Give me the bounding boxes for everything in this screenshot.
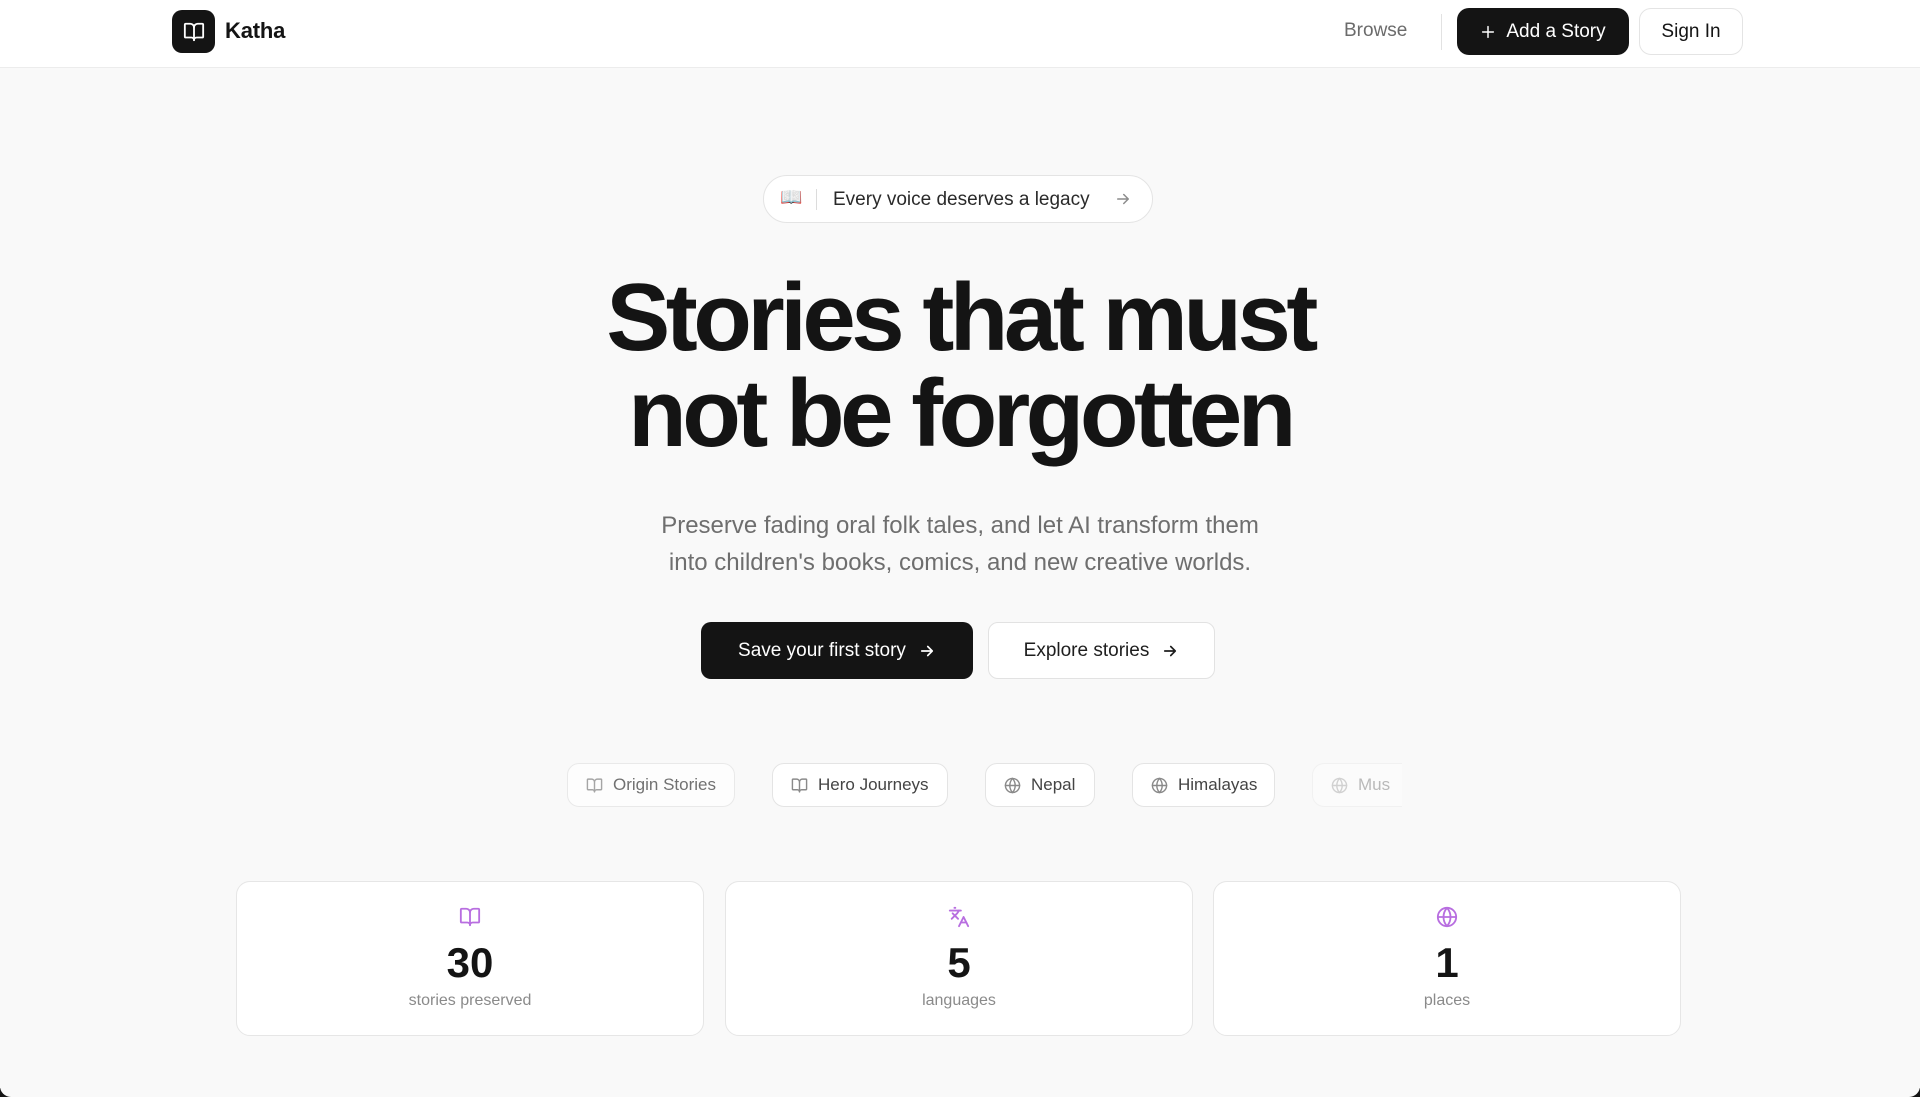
plus-icon (1482, 25, 1495, 38)
sign-in-button[interactable]: Sign In (1639, 8, 1743, 55)
globe-icon (1331, 777, 1348, 793)
arrow-right-icon (920, 645, 934, 656)
tag-nepal[interactable]: Nepal (985, 763, 1095, 807)
add-story-label: Add a Story (1506, 20, 1606, 42)
book-icon (459, 907, 481, 927)
explore-stories-label: Explore stories (1023, 639, 1150, 661)
arrow-right-icon (1117, 193, 1129, 205)
stat-label: languages (922, 992, 996, 1009)
tag-label: Himalayas (1178, 775, 1258, 794)
translate-icon (948, 906, 970, 928)
stat-card-languages: 5 languages (725, 881, 1193, 1036)
logo-book-icon[interactable] (172, 10, 215, 53)
stat-label: stories preserved (408, 992, 532, 1009)
stat-card-places: 1 places (1213, 881, 1681, 1036)
stat-value: 1 (1435, 939, 1459, 986)
stat-label: places (1423, 992, 1471, 1009)
hero-subtitle: Preserve fading oral folk tales, and let… (0, 507, 1920, 581)
tag-mus-partial[interactable]: Mus (1312, 763, 1402, 807)
pill-text: Every voice deserves a legacy (833, 189, 1090, 210)
open-book-emoji-icon: 📖 (780, 187, 803, 207)
save-first-story-button[interactable]: Save your first story (701, 622, 973, 679)
explore-stories-button[interactable]: Explore stories (988, 622, 1215, 679)
headline-line-2: not be forgotten (628, 360, 1296, 467)
pill-divider (816, 189, 817, 210)
stat-value: 30 (446, 939, 494, 986)
globe-icon (1151, 777, 1168, 793)
page-bottom-corner (0, 1086, 1920, 1097)
book-icon (791, 777, 808, 793)
subtitle-line-1: Preserve fading oral folk tales, and let… (661, 512, 1259, 539)
headline-line-1: Stories that must (606, 264, 1318, 371)
tag-origin-stories[interactable]: Origin Stories (567, 763, 735, 807)
arrow-right-icon (1164, 645, 1177, 656)
tag-label: Mus (1358, 775, 1391, 794)
stat-card-stories: 30 stories preserved (236, 881, 704, 1036)
tag-himalayas[interactable]: Himalayas (1132, 763, 1275, 807)
tag-label: Origin Stories (613, 775, 716, 794)
save-first-story-label: Save your first story (738, 639, 906, 661)
subtitle-line-2: into children's books, comics, and new c… (668, 549, 1252, 576)
add-story-button[interactable]: Add a Story (1457, 8, 1629, 55)
stat-value: 5 (947, 939, 971, 986)
top-nav-bar: Katha Browse Add a Story Sign In (0, 0, 1920, 68)
nav-divider (1441, 14, 1442, 50)
tag-label: Nepal (1031, 775, 1076, 794)
tag-hero-journeys[interactable]: Hero Journeys (772, 763, 948, 807)
app-name[interactable]: Katha (225, 18, 285, 44)
globe-icon (1004, 777, 1021, 793)
globe-icon (1436, 906, 1458, 928)
book-icon (586, 777, 603, 793)
legacy-pill-link[interactable]: 📖 Every voice deserves a legacy (763, 175, 1153, 223)
page-headline: Stories that must not be forgotten (0, 270, 1920, 462)
tag-label: Hero Journeys (818, 775, 929, 794)
nav-browse-link[interactable]: Browse (1344, 20, 1407, 42)
